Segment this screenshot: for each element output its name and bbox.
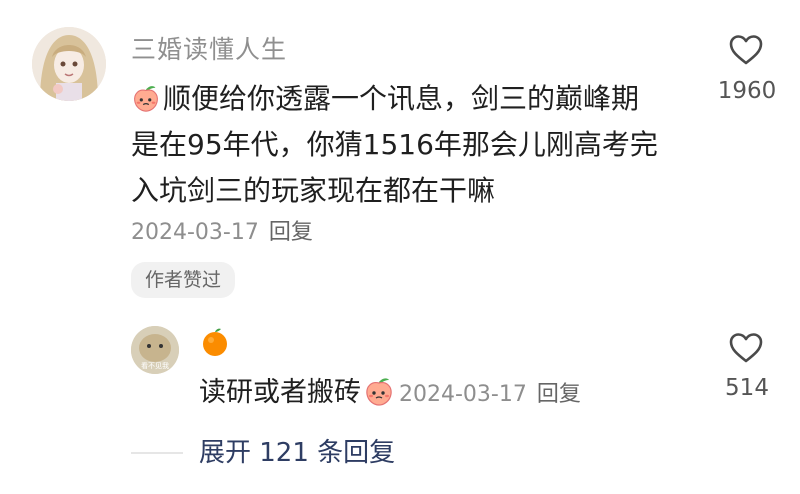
- like-count: 1960: [717, 78, 777, 104]
- commenter-username[interactable]: 三婚读懂人生: [131, 30, 287, 66]
- reply-button[interactable]: 回复: [269, 220, 313, 245]
- peach-emoji-icon: [134, 86, 158, 112]
- comment-text-line: 顺便给你透露一个讯息，剑三的巅峰期: [131, 76, 711, 122]
- peach-emoji-icon: [366, 378, 392, 406]
- comment-text-line: 入坑剑三的玩家现在都在干嘛: [131, 174, 496, 207]
- comment-text-line: 是在95年代，你猜1516年那会儿刚高考完: [131, 128, 658, 161]
- expand-replies-button[interactable]: 展开 121 条回复: [199, 432, 395, 469]
- reply-like-count: 514: [725, 375, 769, 401]
- comment-date: 2024-03-17: [131, 220, 259, 245]
- reply-reply-button[interactable]: 回复: [537, 382, 581, 407]
- author-liked-badge: 作者赞过: [131, 262, 236, 298]
- reply-content: 读研或者搬砖 2024-03-17 回复: [199, 370, 581, 409]
- expand-divider: [131, 452, 183, 454]
- comment-meta: 2024-03-17 回复: [131, 214, 313, 246]
- reply-date: 2024-03-17: [399, 382, 527, 407]
- reply-avatar-text: 看不见我: [141, 361, 169, 370]
- commenter-avatar[interactable]: [32, 27, 106, 101]
- orange-emoji-icon[interactable]: [199, 326, 231, 358]
- reply-meta: 2024-03-17 回复: [399, 382, 581, 407]
- reply-avatar[interactable]: 看不见我: [131, 326, 179, 374]
- heart-outline-icon[interactable]: [728, 332, 764, 364]
- comment-text: 顺便给你透露一个讯息，剑三的巅峰期 是在95年代，你猜1516年那会儿刚高考完 …: [131, 76, 711, 214]
- heart-outline-icon[interactable]: [728, 34, 764, 66]
- reply-text: 读研或者搬砖: [199, 377, 361, 408]
